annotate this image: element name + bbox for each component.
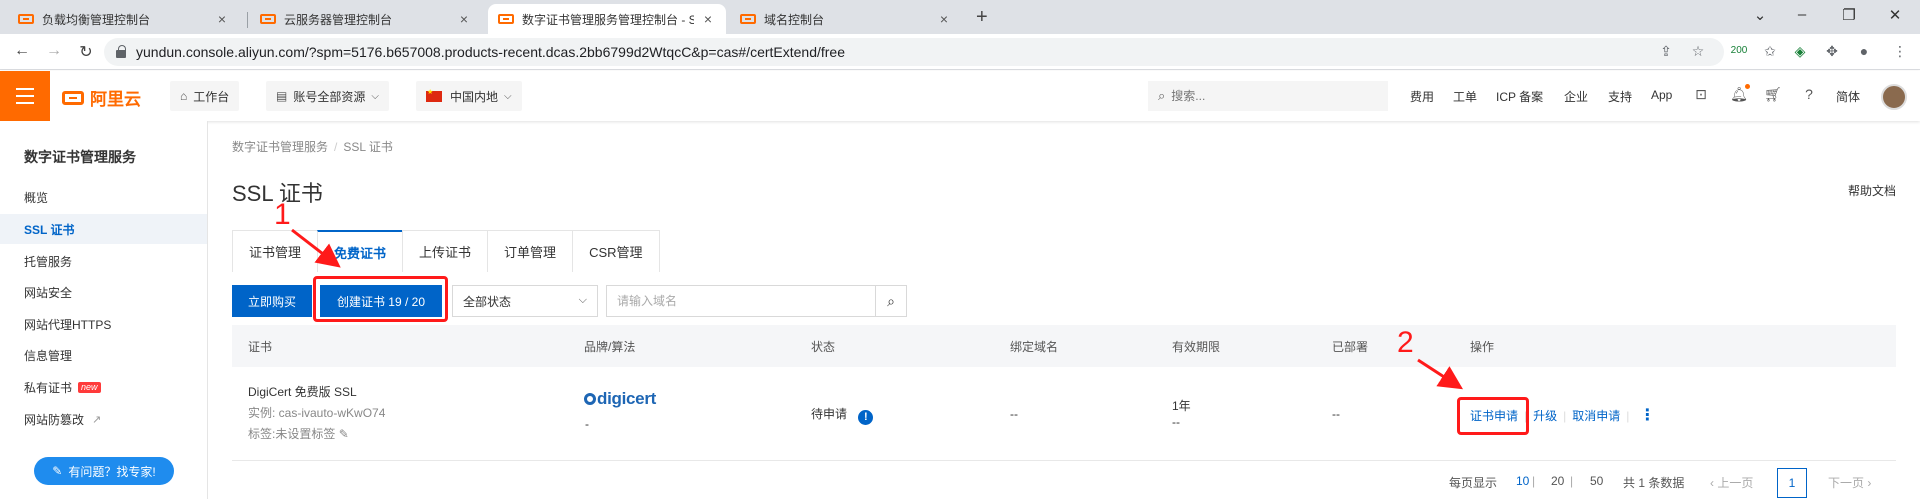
annotation-arrows — [291, 228, 1464, 390]
arrow-to-create-button — [291, 228, 341, 268]
arrow-to-apply-link — [1417, 358, 1464, 390]
